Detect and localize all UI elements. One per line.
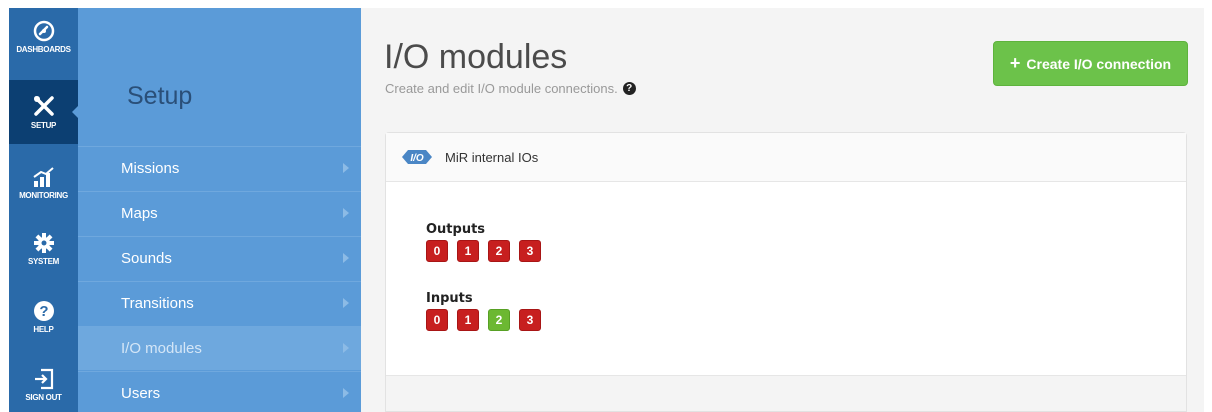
rail-item-setup[interactable]: SETUP — [9, 80, 78, 144]
inputs-label: Inputs — [426, 291, 473, 306]
gear-icon — [33, 233, 54, 253]
rail-item-help[interactable]: ? HELP — [9, 286, 78, 350]
input-pin-2: 2 — [488, 309, 510, 331]
chevron-right-icon — [343, 343, 349, 353]
rail-label-monitoring: MONITORING — [19, 191, 68, 200]
page-title: I/O modules — [384, 38, 568, 76]
sidebar-item-maps[interactable]: Maps — [78, 191, 361, 235]
rail-item-monitoring[interactable]: MONITORING — [9, 150, 78, 214]
outputs-label: Outputs — [426, 222, 486, 237]
rail-label-dashboards: DASHBOARDS — [16, 45, 71, 54]
io-module-panel: I/O MiR internal IOs Outputs 0 1 2 3 Inp… — [385, 132, 1187, 412]
create-io-connection-button[interactable]: + Create I/O connection — [993, 41, 1188, 86]
output-pin-3[interactable]: 3 — [519, 240, 541, 262]
sidebar-item-label: I/O modules — [121, 340, 202, 357]
sidebar-item-transitions[interactable]: Transitions — [78, 281, 361, 325]
icon-rail: DASHBOARDS SETUP MONITORING SYSTEM ? HEL… — [9, 8, 78, 412]
monitoring-chart-icon — [32, 167, 54, 187]
outputs-pins: 0 1 2 3 — [426, 240, 550, 262]
rail-label-setup: SETUP — [30, 121, 57, 130]
chevron-right-icon — [343, 388, 349, 398]
input-pin-1: 1 — [457, 309, 479, 331]
rail-label-sign-out: SIGN OUT — [25, 393, 62, 402]
input-pin-0: 0 — [426, 309, 448, 331]
output-pin-1[interactable]: 1 — [457, 240, 479, 262]
page-subtitle-text: Create and edit I/O module connections. — [385, 81, 618, 96]
rail-label-system: SYSTEM — [27, 257, 60, 266]
inputs-pins: 0 1 2 3 — [426, 309, 550, 331]
dashboard-gauge-icon — [33, 20, 54, 42]
help-icon[interactable]: ? — [622, 82, 636, 95]
output-pin-0[interactable]: 0 — [426, 240, 448, 262]
panel-footer — [386, 375, 1186, 411]
sidebar-item-missions[interactable]: Missions — [78, 146, 361, 190]
tools-icon — [33, 96, 54, 116]
io-badge-icon: I/O — [402, 150, 432, 164]
main-content: I/O modules Create and edit I/O module c… — [361, 8, 1204, 412]
svg-text:?: ? — [39, 303, 48, 320]
rail-item-system[interactable]: SYSTEM — [9, 218, 78, 282]
chevron-right-icon — [343, 208, 349, 218]
panel-header[interactable]: I/O MiR internal IOs — [386, 133, 1186, 182]
rail-item-sign-out[interactable]: SIGN OUT — [9, 354, 78, 412]
sidebar-item-label: Sounds — [121, 250, 172, 267]
panel-title: MiR internal IOs — [445, 149, 539, 165]
chevron-right-icon — [343, 253, 349, 263]
chevron-right-icon — [343, 298, 349, 308]
help-icon: ? — [33, 301, 54, 321]
rail-label-help: HELP — [33, 325, 54, 334]
output-pin-2[interactable]: 2 — [488, 240, 510, 262]
sidebar-item-io-modules[interactable]: I/O modules — [78, 326, 361, 370]
page-subtitle: Create and edit I/O module connections. … — [385, 81, 636, 96]
chevron-right-icon — [343, 163, 349, 173]
sidebar-item-label: Transitions — [121, 295, 194, 312]
input-pin-3: 3 — [519, 309, 541, 331]
io-badge-text: I/O — [410, 153, 424, 164]
sidebar-item-label: Missions — [121, 160, 180, 177]
sign-out-icon — [34, 368, 53, 390]
plus-icon: + — [1009, 53, 1021, 73]
setup-sidebar: Setup Missions Maps Sounds Transitions I… — [78, 8, 361, 412]
rail-item-dashboards[interactable]: DASHBOARDS — [9, 8, 78, 74]
sidebar-item-sounds[interactable]: Sounds — [78, 236, 361, 280]
create-button-label: Create I/O connection — [1026, 55, 1172, 72]
sidebar-title: Setup — [127, 82, 193, 110]
sidebar-item-label: Users — [121, 385, 161, 402]
sidebar-item-users[interactable]: Users — [78, 371, 361, 412]
sidebar-item-label: Maps — [121, 205, 158, 222]
